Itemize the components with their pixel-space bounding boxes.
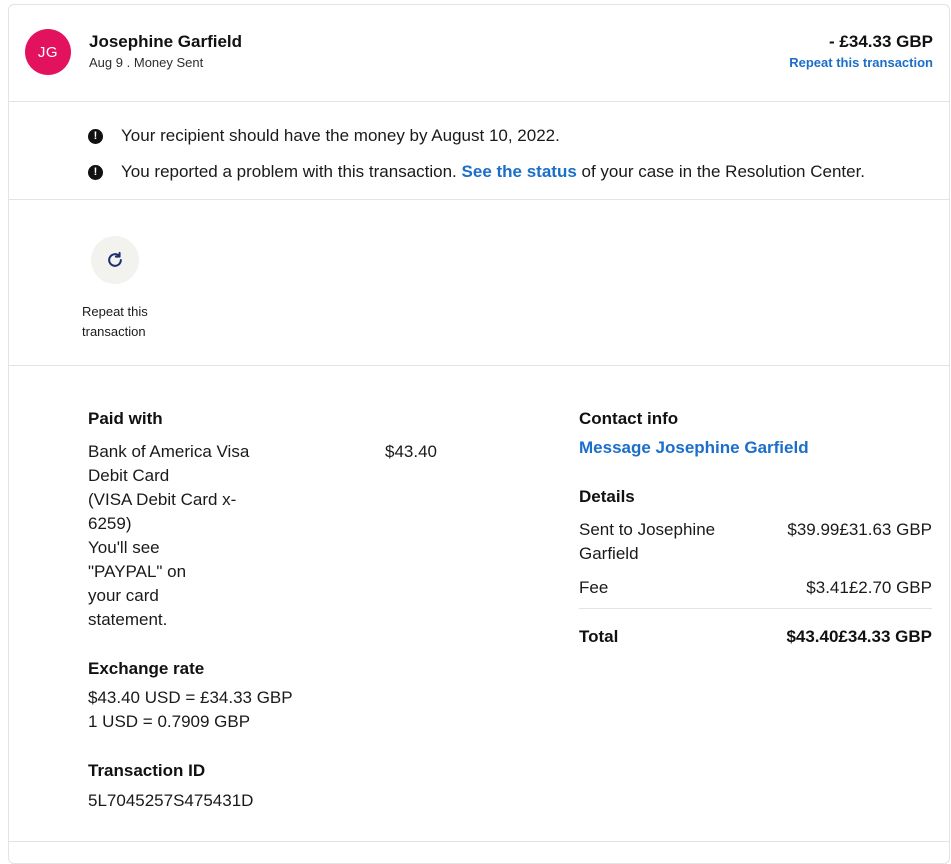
see-status-link[interactable]: See the status	[462, 162, 577, 182]
sent-to-label-line: Garfield	[579, 544, 639, 563]
payment-source-amount: $43.40	[385, 442, 437, 461]
fee-label: Fee	[579, 578, 609, 597]
payment-source-line: your card	[88, 586, 159, 605]
details-heading: Details	[579, 487, 635, 506]
exchange-rate-unit: 1 USD = 0.7909 GBP	[88, 712, 251, 731]
sent-to-label-line: Sent to Josephine	[579, 520, 716, 539]
repeat-transaction-label: Repeat this transaction	[82, 304, 148, 339]
message-recipient-link[interactable]: Message Josephine Garfield	[579, 438, 809, 458]
repeat-transaction-button[interactable]	[91, 236, 139, 284]
payment-source-line: "PAYPAL" on	[88, 562, 187, 581]
totals-divider	[579, 608, 932, 609]
transaction-card: JG Josephine Garfield Aug 9 . Money Sent…	[8, 4, 950, 864]
problem-notice: ! You reported a problem with this trans…	[88, 162, 865, 182]
repeat-transaction-link[interactable]: Repeat this transaction	[789, 55, 933, 70]
section-divider	[9, 841, 949, 842]
payment-source-line: statement.	[88, 610, 168, 629]
actions-section: Repeat this transaction	[9, 200, 949, 366]
delivery-notice: ! Your recipient should have the money b…	[88, 126, 560, 146]
transaction-id-heading: Transaction ID	[88, 761, 206, 780]
payment-source-line: Debit Card	[88, 466, 170, 485]
total-label: Total	[579, 627, 619, 646]
refresh-icon	[108, 251, 122, 267]
transaction-id: 5L7045257S475431D	[88, 791, 254, 810]
payment-source-line: You'll see	[88, 538, 160, 557]
notices-section: ! Your recipient should have the money b…	[9, 102, 949, 200]
fee-amount: $3.41£2.70 GBP	[806, 578, 932, 597]
subline-separator: .	[126, 55, 131, 70]
details-section: Paid with Bank of America Visa Debit Car…	[9, 366, 949, 846]
transaction-amount: - £34.33 GBP	[829, 32, 933, 51]
payment-source-line: (VISA Debit Card x-	[88, 490, 237, 509]
alert-icon: !	[88, 164, 103, 180]
transaction-subline: Aug 9 . Money Sent	[89, 55, 203, 70]
payment-source-line: 6259)	[88, 514, 132, 533]
payment-source: Bank of America Visa Debit Card (VISA De…	[88, 440, 278, 632]
sent-amount: $39.99£31.63 GBP	[787, 520, 932, 539]
exchange-rate-heading: Exchange rate	[88, 659, 205, 678]
transaction-type: Money Sent	[133, 55, 204, 70]
payment-source-line: Bank of America Visa	[88, 442, 250, 461]
paid-with-heading: Paid with	[88, 409, 163, 428]
transaction-header: JG Josephine Garfield Aug 9 . Money Sent…	[9, 5, 949, 102]
problem-notice-text-end: of your case in the Resolution Center.	[581, 162, 866, 181]
recipient-name: Josephine Garfield	[89, 32, 243, 51]
transaction-date: Aug 9	[89, 55, 123, 70]
alert-icon: !	[88, 128, 103, 144]
sent-to-label: Sent to Josephine Garfield	[579, 518, 749, 566]
avatar: JG	[25, 29, 71, 75]
problem-notice-text: You reported a problem with this transac…	[121, 162, 457, 181]
contact-info-heading: Contact info	[579, 409, 679, 428]
exchange-rate-line: $43.40 USD = £34.33 GBP	[88, 688, 293, 707]
total-amount: $43.40£34.33 GBP	[786, 627, 932, 646]
delivery-notice-text: Your recipient should have the money by …	[121, 126, 560, 145]
